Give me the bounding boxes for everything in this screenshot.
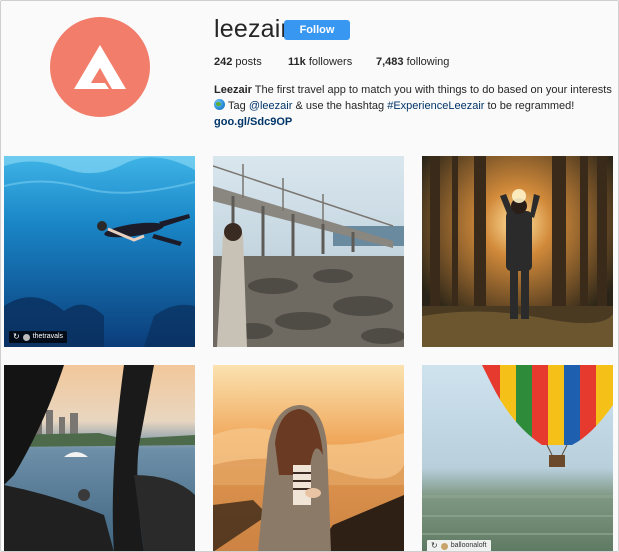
follow-button[interactable]: Follow (284, 20, 350, 40)
repost-avatar (22, 333, 30, 341)
followers-stat[interactable]: 11k followers (288, 56, 376, 68)
followers-count: 11k (288, 56, 306, 68)
bio-website-link[interactable]: goo.gl/Sdc9OP (214, 116, 292, 128)
repost-username: balloonaloft (450, 542, 487, 549)
repost-avatar (440, 542, 448, 550)
helicopter-photo (4, 365, 195, 552)
underwater-photo (4, 156, 195, 347)
profile-avatar[interactable] (50, 17, 150, 117)
bio-line-2: Tag @leezair & use the hashtag #Experien… (214, 98, 614, 114)
repost-icon: ↻ (431, 541, 438, 550)
post-thumbnail-woman-on-pier[interactable] (213, 156, 404, 347)
post-thumbnail-underwater-swimmer[interactable]: ↻ thetravals (4, 156, 195, 347)
repost-username: thetravals (32, 333, 64, 340)
repost-badge: ↻ balloonaloft (427, 540, 491, 552)
balloon-photo (422, 365, 613, 552)
profile-stats: 242 posts 11k followers 7,483 following (214, 56, 449, 68)
profile-username: leezair (214, 15, 290, 43)
followers-label: followers (308, 56, 353, 68)
following-label: following (406, 56, 450, 68)
following-count: 7,483 (376, 56, 404, 68)
repost-badge: ↻ thetravals (9, 331, 68, 343)
profile-bio: Leezair The first travel app to match yo… (214, 82, 614, 130)
posts-label: posts (235, 56, 262, 68)
posts-stat: 242 posts (214, 56, 288, 68)
repost-icon: ↻ (13, 332, 20, 341)
bio-line-1: Leezair The first travel app to match yo… (214, 82, 614, 98)
following-stat[interactable]: 7,483 following (376, 56, 449, 68)
bio-description: The first travel app to match you with t… (254, 84, 612, 96)
posts-count: 242 (214, 56, 233, 68)
bio-name: Leezair (214, 84, 252, 96)
post-thumbnail-helicopter-over-sydney[interactable] (4, 365, 195, 552)
clouds-photo (213, 365, 404, 552)
bio-tag-prefix: Tag (228, 100, 246, 112)
post-thumbnail-hot-air-balloon[interactable]: ↻ balloonaloft (422, 365, 613, 552)
post-thumbnail-man-in-forest-sunset[interactable] (422, 156, 613, 347)
forest-photo (422, 156, 613, 347)
bio-line-3: goo.gl/Sdc9OP (214, 114, 614, 130)
post-thumbnail-woman-above-clouds[interactable] (213, 365, 404, 552)
globe-emoji-icon (214, 99, 225, 110)
bio-hashtag-prefix: & use the hashtag (295, 100, 385, 112)
leezair-logo-icon (74, 45, 126, 89)
bio-hashtag-link[interactable]: #ExperienceLeezair (387, 100, 484, 112)
bio-mention-link[interactable]: @leezair (249, 100, 293, 112)
bio-suffix: to be regrammed! (487, 100, 575, 112)
pier-photo (213, 156, 404, 347)
